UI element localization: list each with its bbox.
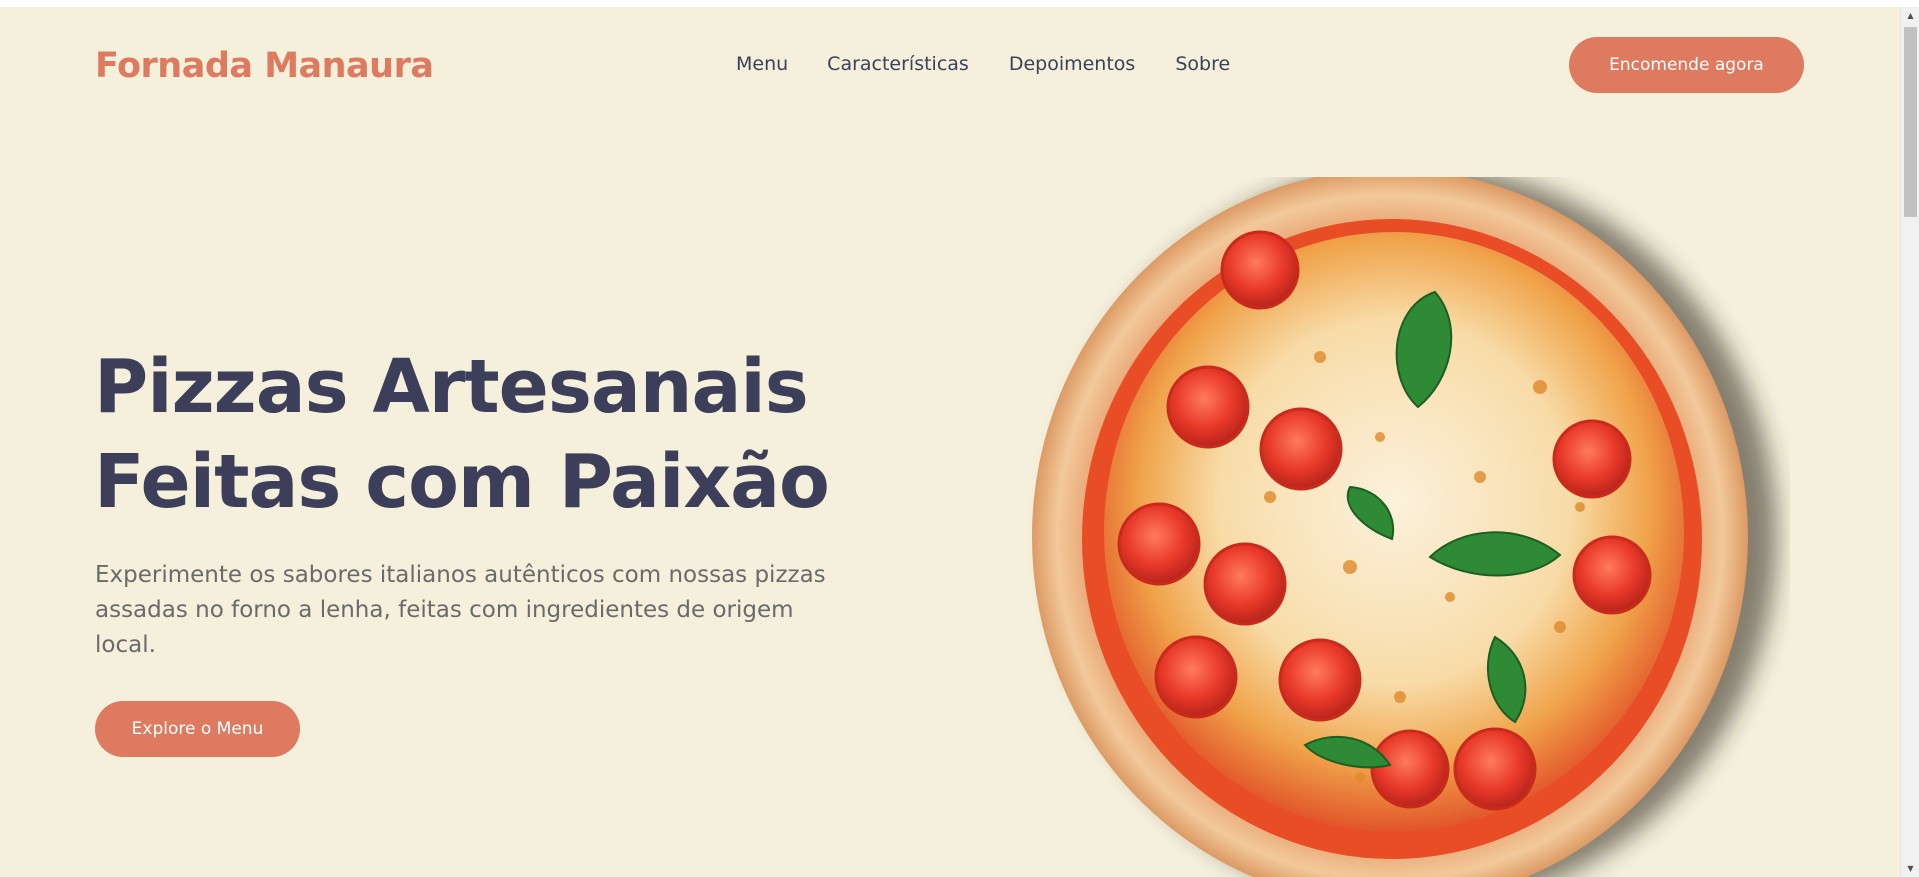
page-viewport: Fornada Manaura Menu Características Dep…	[0, 7, 1900, 877]
scrollbar-thumb[interactable]	[1904, 27, 1917, 217]
tomato-slice	[1154, 635, 1238, 719]
order-now-button[interactable]: Encomende agora	[1569, 37, 1804, 93]
page-scrollbar[interactable]: ▲ ▼	[1900, 7, 1919, 877]
hero-title-line-2: Feitas com Paixão	[94, 439, 830, 525]
hero-title-line-1: Pizzas Artesanais	[94, 344, 809, 430]
tomato-slice	[1370, 729, 1450, 809]
tomato-slice	[1117, 502, 1201, 586]
main-nav: Menu Características Depoimentos Sobre	[736, 53, 1230, 75]
brand-logo[interactable]: Fornada Manaura	[95, 46, 434, 86]
tomato-slice	[1572, 535, 1652, 615]
nav-link-sobre[interactable]: Sobre	[1175, 53, 1230, 75]
tomato-slice	[1453, 727, 1537, 811]
explore-menu-button[interactable]: Explore o Menu	[95, 701, 300, 757]
window-top-edge	[0, 0, 1919, 7]
tomato-slice	[1278, 638, 1362, 722]
scroll-down-icon[interactable]: ▼	[1901, 860, 1919, 877]
hero-title: Pizzas Artesanais Feitas com Paixão	[94, 340, 914, 530]
tomato-slice	[1259, 407, 1343, 491]
tomato-slice	[1220, 230, 1300, 310]
nav-link-depoimentos[interactable]: Depoimentos	[1009, 53, 1136, 75]
scroll-up-icon[interactable]: ▲	[1901, 7, 1919, 24]
tomato-slice	[1166, 365, 1250, 449]
tomato-slice	[1203, 542, 1287, 626]
pizza-image	[1032, 177, 1777, 877]
tomato-slice	[1552, 419, 1632, 499]
nav-link-caracteristicas[interactable]: Características	[827, 53, 969, 75]
hero-description: Experimente os sabores italianos autênti…	[95, 562, 826, 658]
nav-link-menu[interactable]: Menu	[736, 53, 788, 75]
